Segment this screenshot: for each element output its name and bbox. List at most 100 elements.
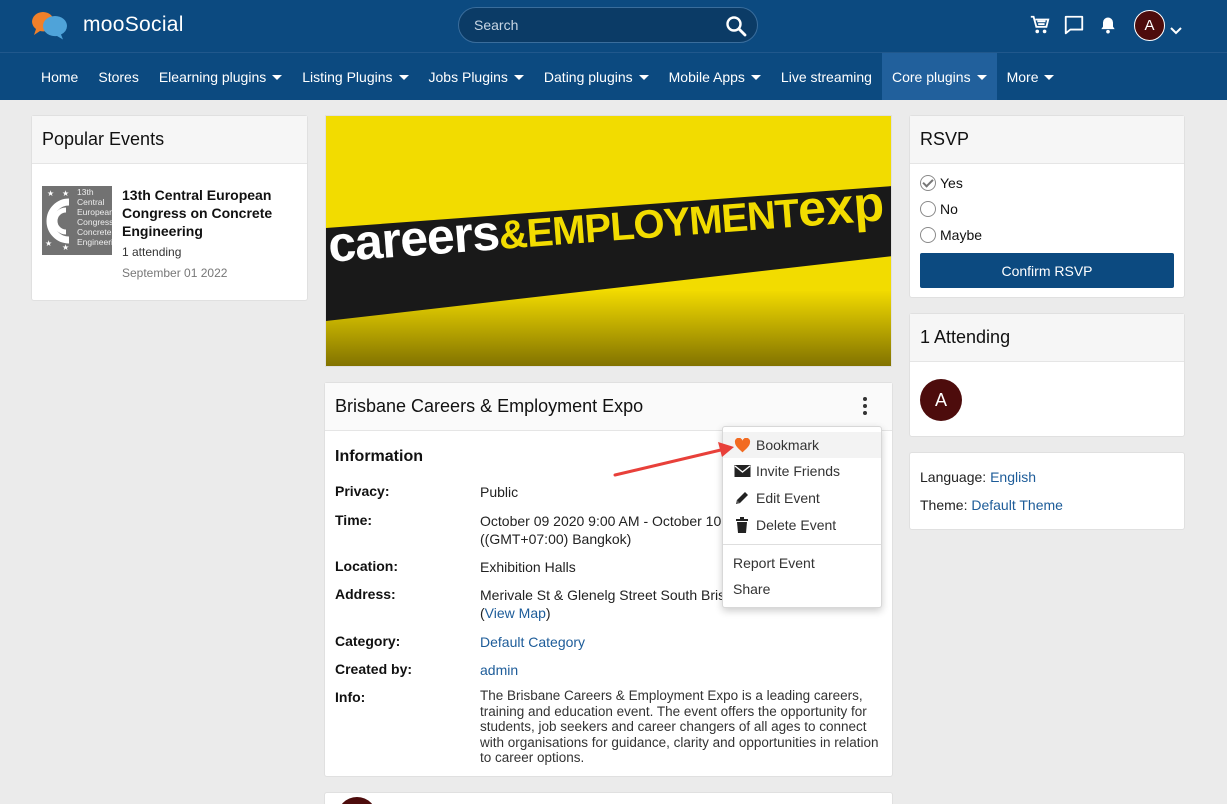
menu-divider [723, 544, 881, 545]
info-label: Info: [335, 689, 366, 705]
nav-item-stores[interactable]: Stores [88, 53, 148, 100]
nav-label: More [1006, 68, 1039, 85]
nav-label: Core plugins [891, 68, 971, 85]
annotation-arrow [613, 442, 734, 477]
delete-event-menu-item[interactable]: Delete Event [723, 512, 881, 538]
nav-item-mobile-apps[interactable]: Mobile Apps [659, 53, 771, 100]
menu-label: Edit Event [756, 490, 820, 506]
nav-item-listing-plugins[interactable]: Listing Plugins [292, 53, 418, 100]
thumb-text: European [77, 207, 112, 217]
banner-text: exp [795, 175, 886, 238]
caret-down-icon [750, 75, 761, 80]
event-options-menu: Bookmark Invite Friends Edit Event Delet… [722, 426, 882, 608]
rsvp-card: RSVP Yes No Maybe Confirm RSVP [909, 115, 1185, 298]
radio-yes[interactable] [920, 175, 936, 191]
bookmark-menu-item[interactable]: Bookmark [723, 432, 881, 458]
menu-label: Bookmark [756, 437, 820, 453]
svg-text:★: ★ [62, 243, 69, 252]
address-value: Merivale St & Glenelg Street South Brisb… [480, 586, 733, 622]
popular-event-title[interactable]: 13th Central European Congress on Concre… [122, 186, 292, 240]
nav-label: Dating plugins [543, 68, 633, 85]
avatar [337, 797, 377, 804]
nav-item-more[interactable]: More [997, 53, 1065, 100]
creator-link[interactable]: admin [480, 661, 518, 679]
theme-label: Theme: [920, 497, 968, 513]
more-options-icon[interactable] [858, 397, 872, 419]
site-logo[interactable]: mooSocial [30, 10, 184, 40]
nav-item-core-plugins[interactable]: Core plugins [881, 53, 997, 100]
location-value: Exhibition Halls [480, 559, 576, 575]
language-link[interactable]: English [990, 469, 1036, 485]
address-label: Address: [335, 586, 396, 602]
popular-events-title: Popular Events [32, 116, 307, 164]
next-card [324, 792, 893, 804]
nav-item-dating-plugins[interactable]: Dating plugins [534, 53, 659, 100]
radio-no[interactable] [920, 201, 936, 217]
privacy-value: Public [480, 484, 519, 500]
nav-item-home[interactable]: Home [31, 53, 88, 100]
edit-event-menu-item[interactable]: Edit Event [723, 485, 881, 511]
thumb-text: Engineering [77, 237, 112, 247]
report-event-menu-item[interactable]: Report Event [723, 550, 881, 576]
nav-label: Stores [98, 68, 139, 85]
rsvp-maybe-option[interactable]: Maybe [920, 227, 982, 243]
rsvp-title: RSVP [910, 116, 1184, 164]
time-line: October 09 2020 9:00 AM - October 10 2 [480, 513, 733, 529]
search-input[interactable] [474, 16, 714, 34]
nav-item-elearning-plugins[interactable]: Elearning plugins [149, 53, 292, 100]
chevron-down-icon[interactable] [1170, 22, 1182, 38]
rsvp-option-label: Maybe [940, 227, 983, 243]
rsvp-yes-option[interactable]: Yes [920, 175, 963, 191]
nav-label: Jobs Plugins [428, 68, 508, 85]
nav-label: Mobile Apps [668, 68, 745, 85]
menu-label: Delete Event [756, 517, 837, 533]
svg-text:★: ★ [47, 189, 54, 198]
caret-down-icon [272, 75, 283, 80]
thumb-text: Central [77, 197, 105, 207]
invite-friends-menu-item[interactable]: Invite Friends [723, 458, 881, 484]
popular-events-card: Popular Events ★ ★ ★ ★ 13th Central Euro… [31, 115, 308, 301]
nav-label: Listing Plugins [302, 68, 393, 85]
bell-icon[interactable] [1096, 13, 1120, 37]
trash-icon [733, 516, 751, 534]
theme-link[interactable]: Default Theme [971, 497, 1063, 513]
event-thumbnail[interactable]: ★ ★ ★ ★ 13th Central European Congress C… [42, 186, 112, 255]
nav-item-jobs-plugins[interactable]: Jobs Plugins [419, 53, 534, 100]
user-avatar[interactable]: A [1134, 10, 1165, 41]
time-value: October 09 2020 9:00 AM - October 10 2 (… [480, 512, 733, 548]
attendee-avatar[interactable]: A [920, 379, 962, 421]
privacy-label: Privacy: [335, 483, 390, 499]
event-title: Brisbane Careers & Employment Expo [325, 383, 892, 431]
search-icon[interactable] [723, 13, 749, 39]
radio-maybe[interactable] [920, 227, 936, 243]
rsvp-option-label: Yes [940, 175, 963, 191]
brand-name: mooSocial [83, 13, 184, 36]
logo-icon [30, 10, 68, 40]
pencil-icon [733, 489, 751, 507]
confirm-rsvp-button[interactable]: Confirm RSVP [920, 253, 1174, 288]
category-link[interactable]: Default Category [480, 633, 585, 651]
attending-title: 1 Attending [910, 314, 1184, 362]
nav-label: Elearning plugins [158, 68, 267, 85]
caret-down-icon [638, 75, 649, 80]
cart-icon[interactable] [1028, 13, 1052, 37]
nav-label: Home [41, 68, 79, 85]
theme-row: Theme: Default Theme [920, 497, 1063, 513]
share-menu-item[interactable]: Share [723, 576, 881, 602]
paren: ) [545, 605, 551, 621]
view-map-link[interactable]: View Map [485, 605, 546, 621]
category-label: Category: [335, 633, 401, 649]
rsvp-no-option[interactable]: No [920, 201, 958, 217]
svg-text:★: ★ [62, 189, 69, 198]
event-description: The Brisbane Careers & Employment Expo i… [480, 688, 879, 765]
chat-icon[interactable] [1062, 13, 1086, 37]
nav-item-live-streaming[interactable]: Live streaming [771, 53, 882, 100]
rsvp-option-label: No [940, 201, 958, 217]
address-text: Merivale St & Glenelg Street South Brisb [480, 587, 733, 603]
timezone-line: ((GMT+07:00) Bangkok) [480, 531, 632, 547]
caret-down-icon [398, 75, 409, 80]
caret-down-icon [976, 75, 987, 80]
thumb-text: 13th [77, 187, 94, 197]
menu-label: Invite Friends [756, 463, 841, 479]
time-label: Time: [335, 512, 373, 528]
